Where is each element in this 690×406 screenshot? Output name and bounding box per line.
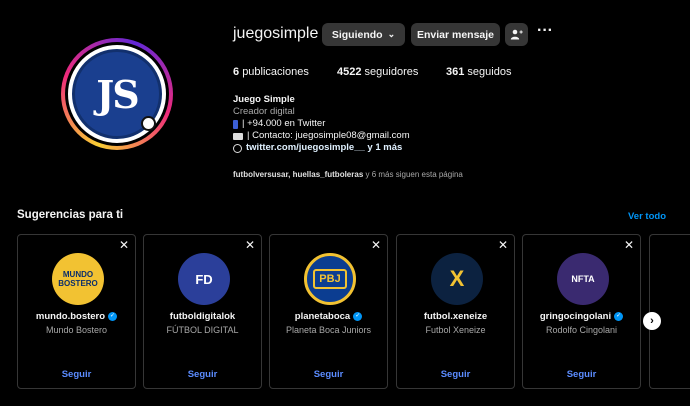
blue-square-icon bbox=[233, 119, 238, 129]
more-options-icon[interactable]: ··· bbox=[536, 23, 554, 40]
following-label: seguidos bbox=[467, 66, 512, 78]
follow-button[interactable]: Seguir bbox=[397, 369, 514, 380]
followers-stat[interactable]: 4522 seguidores bbox=[337, 66, 418, 78]
suggestion-username[interactable]: gringocingolani ✓ bbox=[523, 311, 640, 322]
following-count: 361 bbox=[446, 66, 465, 78]
following-button-label: Siguiendo bbox=[331, 28, 383, 41]
chevron-down-icon: ⌄ bbox=[387, 29, 396, 39]
suggestion-subtitle: Mundo Bostero bbox=[45, 325, 108, 335]
bio-category: Creador digital bbox=[233, 106, 295, 117]
posts-stat: 6 publicaciones bbox=[233, 66, 309, 78]
close-icon[interactable]: ✕ bbox=[245, 239, 255, 251]
bio-line-contact: | Contacto: juegosimple08@gmail.com bbox=[233, 130, 410, 142]
mutual-followers[interactable]: futbolversusar, huellas_futboleras y 6 m… bbox=[233, 170, 463, 179]
close-icon[interactable]: ✕ bbox=[119, 239, 129, 251]
see-all-link[interactable]: Ver todo bbox=[628, 211, 666, 222]
suggestion-username[interactable]: futbol.xeneize bbox=[397, 311, 514, 322]
profile-avatar[interactable]: JS bbox=[68, 45, 166, 143]
bio-line-link[interactable]: twitter.com/juegosimple__ y 1 más bbox=[233, 142, 410, 154]
verified-icon: ✓ bbox=[108, 312, 118, 321]
following-button[interactable]: Siguiendo ⌄ bbox=[322, 23, 405, 46]
profile-username: juegosimple bbox=[233, 25, 319, 42]
suggestion-username[interactable]: futboldigitalok bbox=[144, 311, 261, 322]
suggestion-avatar[interactable]: NFTA bbox=[557, 253, 609, 305]
followers-label: seguidores bbox=[364, 66, 419, 78]
mutual-rest: y 6 más siguen esta página bbox=[363, 170, 463, 179]
bio-line-twitter: | +94.000 en Twitter bbox=[233, 118, 410, 130]
mutual-names[interactable]: futbolversusar, huellas_futboleras bbox=[233, 170, 363, 179]
verified-icon: ✓ bbox=[353, 312, 363, 321]
suggestion-card[interactable]: ✕ NFTA gringocingolani ✓ Rodolfo Cingolan… bbox=[522, 234, 641, 389]
suggestion-card[interactable]: ✕ X futbol.xeneize Futbol Xeneize Seguir bbox=[396, 234, 515, 389]
send-message-button[interactable]: Enviar mensaje bbox=[411, 23, 500, 46]
add-user-button[interactable] bbox=[505, 23, 528, 46]
suggestion-card[interactable]: ✕ FD futboldigitalok FÚTBOL DIGITAL Segu… bbox=[143, 234, 262, 389]
suggestion-avatar[interactable]: PBJ bbox=[304, 253, 356, 305]
avatar-logo-text: JS bbox=[96, 71, 139, 117]
suggestion-card-partial[interactable] bbox=[649, 234, 690, 389]
close-icon[interactable]: ✕ bbox=[624, 239, 634, 251]
chevron-right-icon[interactable]: › bbox=[643, 312, 661, 330]
close-icon[interactable]: ✕ bbox=[371, 239, 381, 251]
avatar-logo-text: PBJ bbox=[313, 269, 347, 289]
suggestion-card[interactable]: ✕ MUNDO BOSTERO mundo.bostero ✓ Mundo Bos… bbox=[17, 234, 136, 389]
suggestion-username-text: futboldigitalok bbox=[169, 311, 236, 322]
suggestion-username-text: futbol.xeneize bbox=[423, 311, 488, 322]
bio-link[interactable]: twitter.com/juegosimple__ y 1 más bbox=[246, 142, 402, 154]
avatar-logo-text: NFTA bbox=[571, 274, 595, 284]
suggestion-username-text: mundo.bostero bbox=[35, 311, 106, 322]
suggestion-subtitle: Futbol Xeneize bbox=[425, 325, 486, 335]
suggestion-username[interactable]: planetaboca ✓ bbox=[270, 311, 387, 322]
profile-avatar-ring[interactable]: JS bbox=[61, 38, 173, 150]
followers-count: 4522 bbox=[337, 66, 362, 78]
following-stat[interactable]: 361 seguidos bbox=[446, 66, 511, 78]
posts-count: 6 bbox=[233, 66, 240, 78]
suggestion-avatar[interactable]: MUNDO BOSTERO bbox=[52, 253, 104, 305]
posts-label: publicaciones bbox=[242, 66, 309, 78]
follow-button[interactable]: Seguir bbox=[18, 369, 135, 380]
suggestion-subtitle: Planeta Boca Juniors bbox=[285, 325, 372, 335]
follow-button[interactable]: Seguir bbox=[144, 369, 261, 380]
suggestion-username-text: gringocingolani bbox=[539, 311, 612, 322]
envelope-icon bbox=[233, 132, 243, 140]
follow-button[interactable]: Seguir bbox=[270, 369, 387, 380]
suggestion-subtitle: FÚTBOL DIGITAL bbox=[166, 325, 239, 335]
link-icon bbox=[233, 143, 242, 153]
suggestion-subtitle: Rodolfo Cingolani bbox=[545, 325, 618, 335]
verified-icon: ✓ bbox=[614, 312, 624, 321]
add-user-icon bbox=[510, 29, 523, 40]
suggestion-avatar[interactable]: FD bbox=[178, 253, 230, 305]
bio-line1-text: | +94.000 en Twitter bbox=[242, 118, 326, 129]
close-icon[interactable]: ✕ bbox=[498, 239, 508, 251]
avatar-logo-text: MUNDO BOSTERO bbox=[58, 270, 98, 288]
suggestion-username[interactable]: mundo.bostero ✓ bbox=[18, 311, 135, 322]
bio-line2-text: | Contacto: juegosimple08@gmail.com bbox=[247, 130, 410, 141]
bio-name: Juego Simple bbox=[233, 94, 295, 105]
soccer-ball-icon bbox=[141, 116, 156, 131]
suggestion-avatar[interactable]: X bbox=[431, 253, 483, 305]
avatar-logo-text: X bbox=[449, 266, 465, 291]
suggestion-card[interactable]: ✕ PBJ planetaboca ✓ Planeta Boca Juniors … bbox=[269, 234, 388, 389]
follow-button[interactable]: Seguir bbox=[523, 369, 640, 380]
suggestion-username-text: planetaboca bbox=[294, 311, 351, 322]
profile-bio: Juego Simple Creador digital | +94.000 e… bbox=[233, 94, 410, 154]
avatar-logo-text: FD bbox=[195, 271, 213, 287]
suggestions-title: Sugerencias para ti bbox=[17, 209, 124, 221]
